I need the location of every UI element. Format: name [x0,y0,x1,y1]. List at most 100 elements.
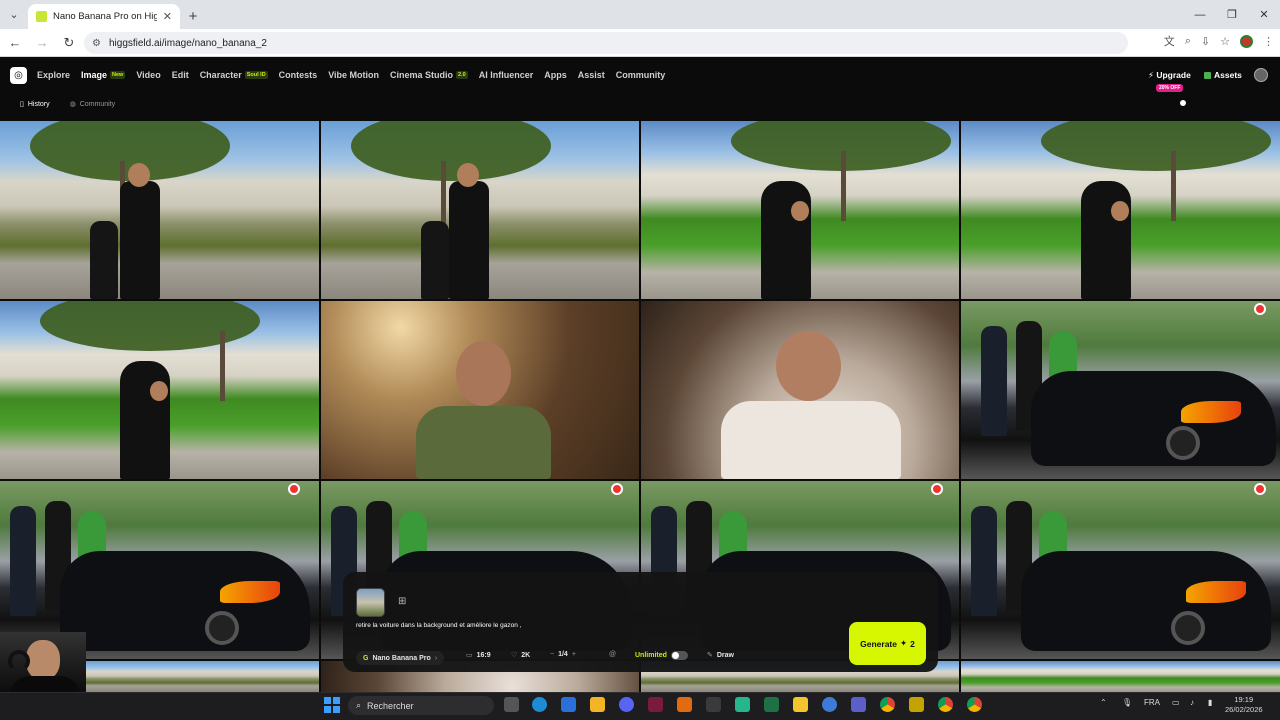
app-icon[interactable] [793,697,808,712]
nav-cinema-studio[interactable]: Cinema Studio 2.0 [390,70,468,80]
tray-chevron-icon[interactable]: ⌃ [1100,698,1107,707]
edge-icon[interactable] [532,697,547,712]
windows-start-icon[interactable] [324,697,340,713]
store-icon[interactable] [561,697,576,712]
nav-edit[interactable]: Edit [172,70,189,80]
nav-explore-label: Explore [37,70,71,80]
aspect-ratio-icon: ▭ [466,652,473,659]
generate-button[interactable]: Generate ✦ 2 [849,622,926,665]
history-label: History [27,100,50,108]
tab-community[interactable]: ◍ Community [70,100,116,109]
app-icon[interactable] [909,697,924,712]
resolution-selector[interactable]: ♡ 2K [511,651,530,660]
gallery-image[interactable] [321,121,639,299]
search-icon: ⌕ [356,700,362,710]
folder-icon [1204,71,1211,79]
browser-menu-icon[interactable]: ⋮ [1263,35,1274,48]
chrome-icon[interactable] [880,697,895,712]
chrome-icon[interactable] [967,697,982,712]
gallery-image[interactable] [641,121,959,299]
gallery-image[interactable] [0,121,319,299]
draw-button[interactable]: ✎ Draw [707,651,734,660]
reference-image-thumbnail[interactable] [356,588,385,617]
browser-tab[interactable]: Nano Banana Pro on Higgsfield ✕ [28,4,180,29]
taskbar-search[interactable]: ⌕ Rechercher [348,696,494,715]
microphone-icon[interactable]: 🎙 [1122,698,1132,707]
discord-icon[interactable] [619,697,634,712]
volume-icon[interactable]: ♪ [1190,698,1194,707]
gallery-image[interactable] [961,481,1280,659]
reload-icon[interactable]: ↻ [57,31,81,55]
batch-count-stepper[interactable]: − 1/4 + [550,651,576,658]
nav-character[interactable]: Character Soul ID [200,70,268,80]
close-window-button[interactable]: ✕ [1248,0,1280,29]
chevron-right-icon: › [434,654,438,662]
new-tab-button[interactable]: + [180,4,206,29]
app-icon[interactable] [677,697,692,712]
app-icon[interactable] [822,697,837,712]
add-image-icon[interactable]: ⊞ [398,596,406,607]
aspect-ratio-selector[interactable]: ▭ 16:9 [466,651,491,660]
translate-icon[interactable]: 文 [1164,33,1175,49]
maximize-button[interactable]: ❐ [1216,0,1248,29]
minus-icon[interactable]: − [550,651,554,658]
gallery-image[interactable] [641,301,959,479]
lightning-icon: ⚡ [1148,70,1154,80]
gallery-image[interactable] [961,661,1280,692]
gallery-image[interactable] [321,301,639,479]
tab-close-icon[interactable]: ✕ [163,10,172,23]
prompt-input[interactable]: retire la voiture dans la background et … [356,622,521,629]
model-selector[interactable]: G Nano Banana Pro › [356,651,445,665]
app-icon[interactable] [735,697,750,712]
gallery-image[interactable] [0,301,319,479]
toolbar-right-icons: 文 ⌕ ⇩ ☆ ⋮ [1164,33,1274,49]
nav-edit-label: Edit [171,70,189,80]
assets-button[interactable]: Assets [1204,70,1242,80]
nav-video[interactable]: Video [136,70,160,80]
excel-icon[interactable] [764,697,779,712]
network-icon[interactable]: ▭ [1172,698,1180,707]
minimize-button[interactable]: — [1184,0,1216,29]
language-indicator[interactable]: FRA [1144,698,1160,707]
task-view-icon[interactable] [504,697,519,712]
toggle-switch[interactable] [670,651,688,660]
nav-image[interactable]: Image New [81,70,126,80]
at-icon: @ [609,651,617,658]
higgsfield-logo[interactable]: ◎ [10,66,27,84]
profile-avatar[interactable] [1240,34,1253,48]
aspect-ratio-label: 16:9 [476,651,491,659]
tab-history[interactable]: ▯ History [20,100,50,109]
chrome-icon[interactable] [938,697,953,712]
teams-icon[interactable] [851,697,866,712]
mention-button[interactable]: @ [609,651,616,658]
unlimited-toggle[interactable]: Unlimited [635,651,688,660]
nav-character-label: Character [199,70,242,80]
nav-apps[interactable]: Apps [544,70,567,80]
nav-explore[interactable]: Explore [37,70,70,80]
forward-icon[interactable]: → [30,31,54,55]
bookmark-star-icon[interactable]: ☆ [1220,35,1230,48]
calculator-icon[interactable] [706,697,721,712]
address-bar[interactable]: ⚙ higgsfield.ai/image/nano_banana_2 [84,32,1128,54]
generate-label: Generate [860,638,897,649]
battery-icon[interactable]: ▮ [1208,698,1212,707]
tab-search-icon[interactable]: ⌄ [0,0,28,29]
gallery-image[interactable] [961,121,1280,299]
app-icon[interactable] [648,697,663,712]
install-icon[interactable]: ⇩ [1201,35,1210,48]
taskbar-clock[interactable]: 19:19 26/02/2026 [1225,695,1263,715]
nav-vibe-motion[interactable]: Vibe Motion [328,70,379,80]
user-avatar[interactable] [1254,68,1268,82]
back-icon[interactable]: ← [3,31,27,55]
upgrade-button[interactable]: ⚡ Upgrade [1148,70,1191,81]
nav-assist[interactable]: Assist [578,70,605,80]
plus-icon[interactable]: + [572,651,576,658]
gallery-image[interactable] [961,301,1280,479]
nav-contests[interactable]: Contests [279,70,318,80]
explorer-icon[interactable] [590,697,605,712]
nav-community[interactable]: Community [616,70,666,80]
nav-ai-influencer[interactable]: AI Influencer [479,70,534,80]
zoom-icon[interactable]: ⌕ [1185,35,1191,48]
model-label: Nano Banana Pro [372,654,431,662]
site-info-icon[interactable]: ⚙ [92,38,101,49]
